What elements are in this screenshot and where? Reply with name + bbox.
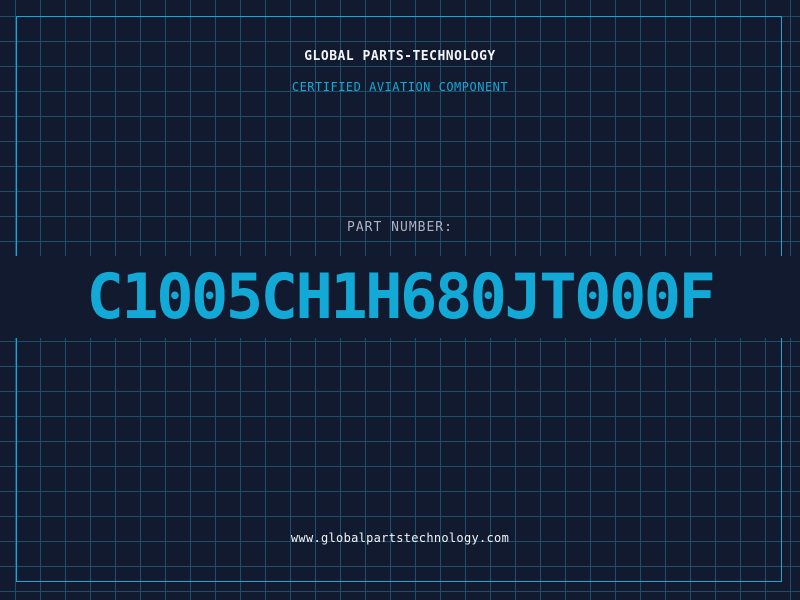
website-url: www.globalpartstechnology.com [290,531,510,545]
part-number-label: PART NUMBER: [347,220,453,235]
part-number-band: C1005CH1H680JT000F [0,256,800,338]
certification-subtitle: CERTIFIED AVIATION COMPONENT [291,80,509,94]
part-number-value: C1005CH1H680JT000F [86,260,716,333]
company-name: GLOBAL PARTS-TECHNOLOGY [304,49,496,64]
